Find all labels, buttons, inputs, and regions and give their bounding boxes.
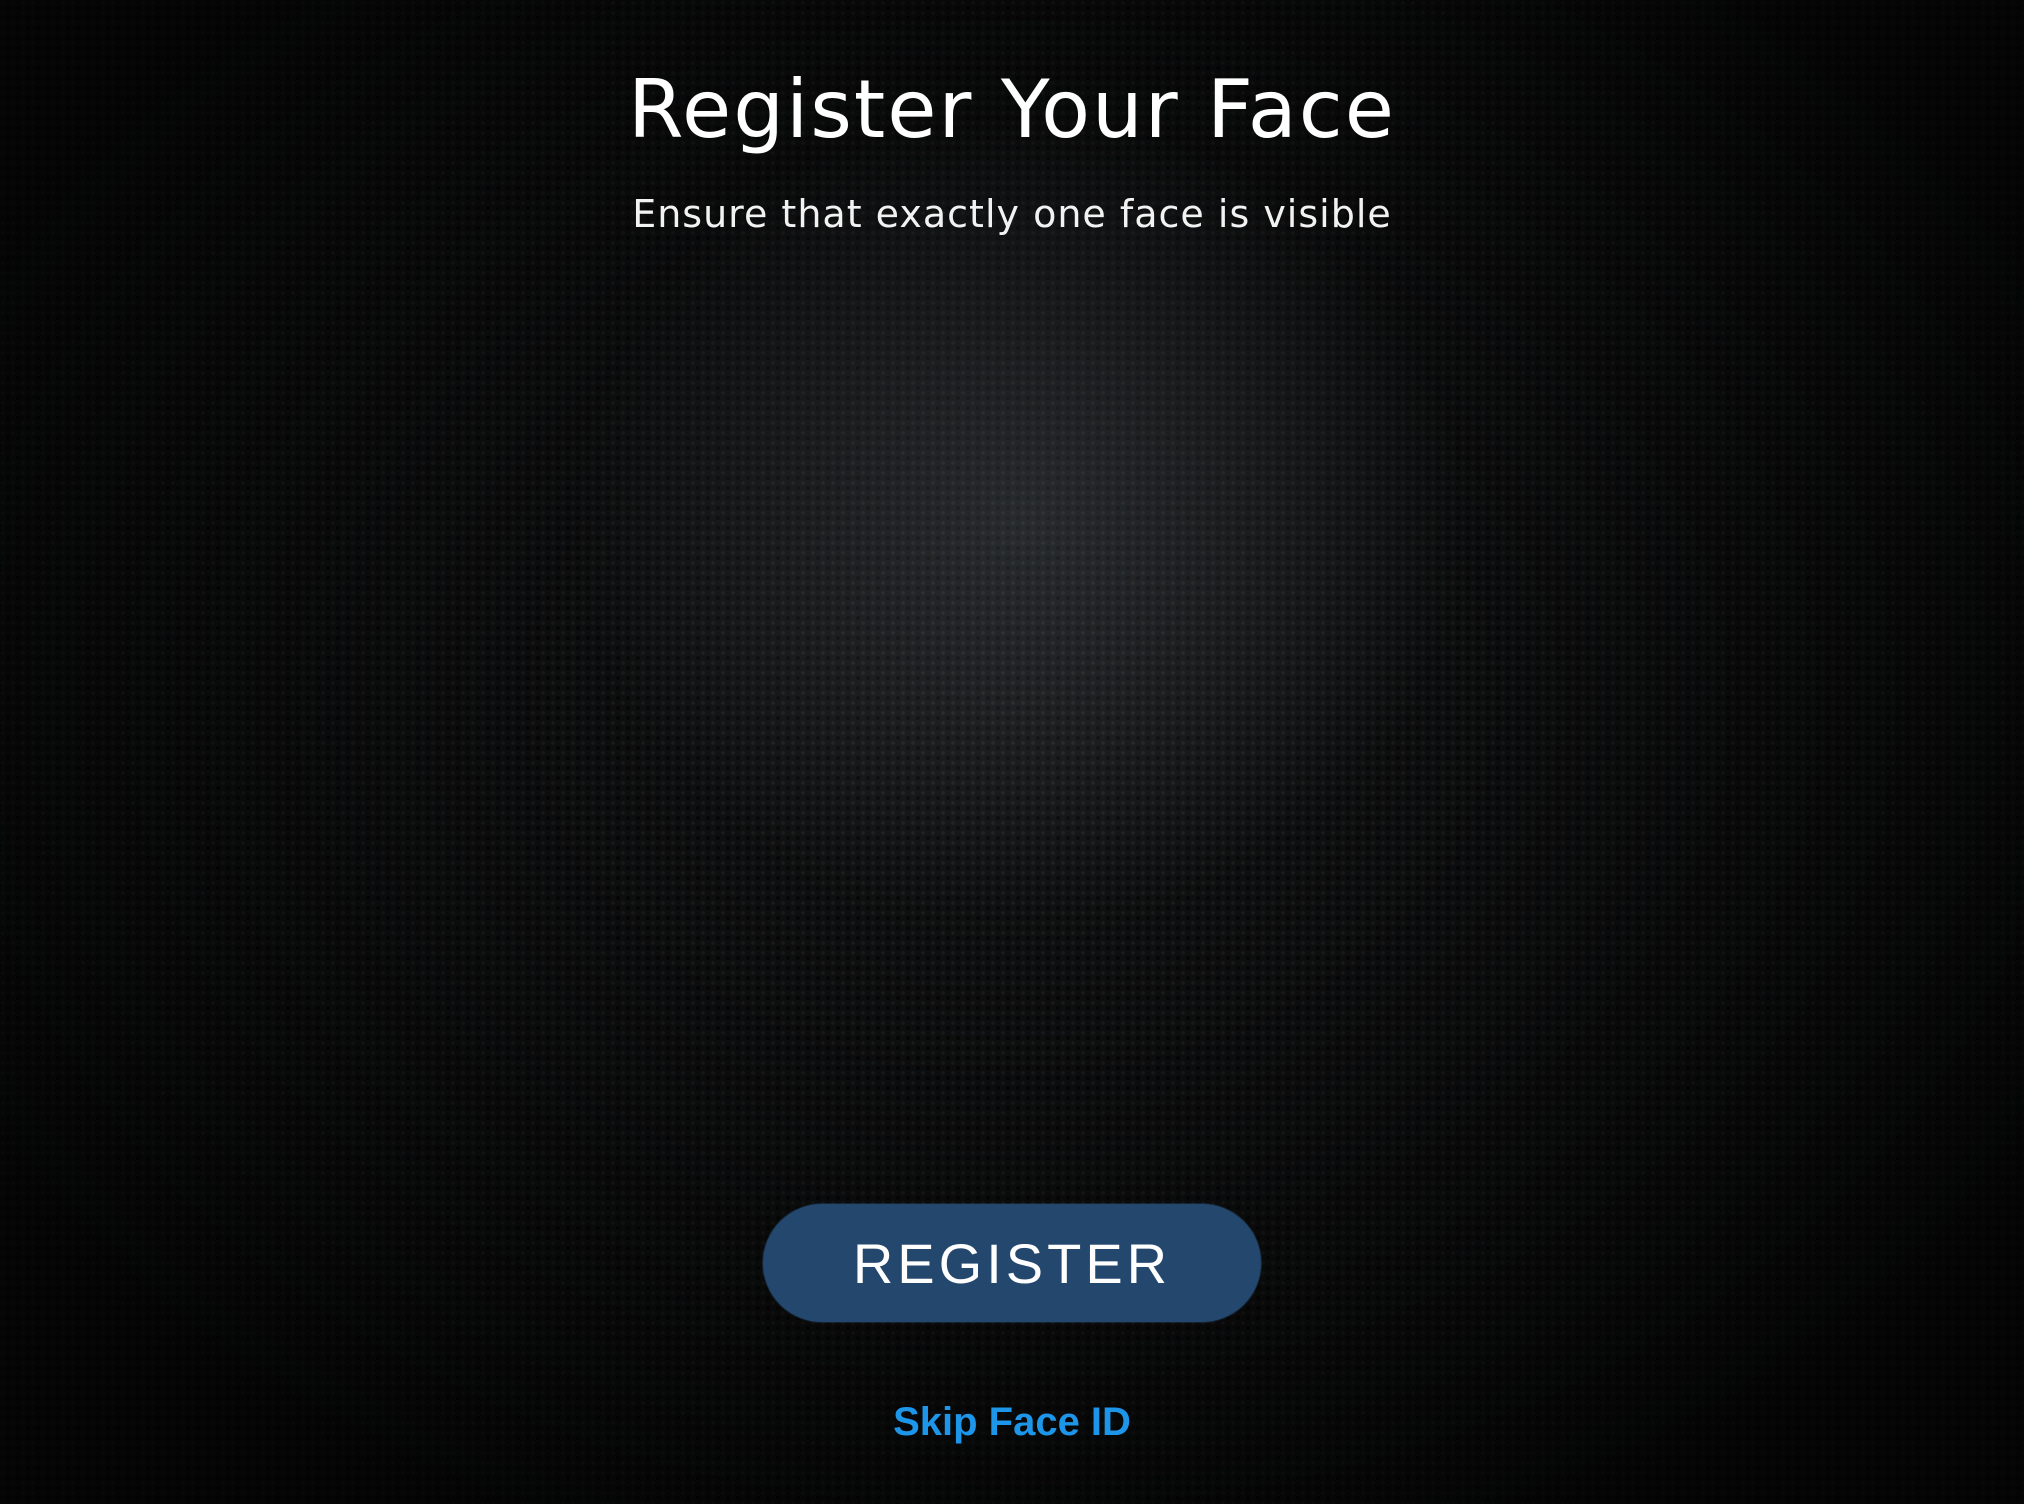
page-title: Register Your Face xyxy=(628,63,1396,156)
camera-preview-area xyxy=(612,290,1412,1150)
register-button[interactable]: REGISTER xyxy=(763,1204,1261,1322)
skip-face-id-link[interactable]: Skip Face ID xyxy=(0,1396,2024,1448)
instruction-text: Ensure that exactly one face is visible xyxy=(632,192,1392,236)
